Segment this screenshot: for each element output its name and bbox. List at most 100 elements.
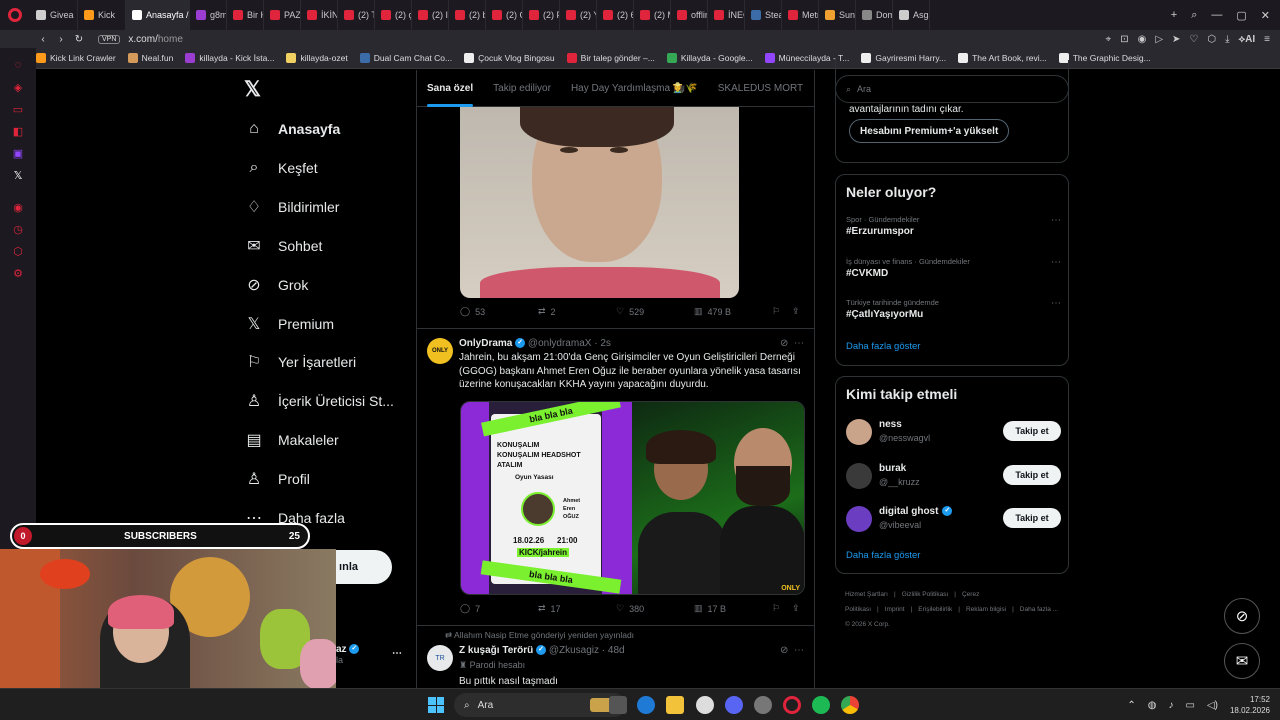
url-field[interactable]: x.com/home <box>128 34 182 45</box>
footer-link[interactable]: © 2026 X Corp. <box>845 621 890 628</box>
timeline-tab[interactable]: Hay Day Yardımlaşma 👩‍🌾🌾 <box>561 70 708 107</box>
follow-suggestion[interactable]: digital ghost ✓ @vibeeval Takip et <box>846 504 1061 534</box>
heart-icon[interactable]: ♡ <box>1189 34 1198 45</box>
nav-item-search[interactable]: ⌕ Keşfet <box>244 153 318 183</box>
browser-tab[interactable]: İNEĞ <box>708 0 745 30</box>
bookmark-item[interactable]: killayda - Kick İsta... <box>185 53 274 63</box>
views-button[interactable]: ▥ 17 B <box>694 603 772 614</box>
browser-tab[interactable]: Domi <box>856 0 893 30</box>
clock[interactable]: 17:52 18.02.2026 <box>1230 694 1270 716</box>
tweet[interactable]: ONLY OnlyDrama ✓ @onlydramaX · 2s ⊘ ⋯ Ja… <box>417 328 814 623</box>
reposted-by[interactable]: Allahım Nasip Etme gönderiyi yeniden yay… <box>454 630 634 640</box>
timeline-tab[interactable]: Sana özel <box>417 70 483 107</box>
network-icon[interactable]: ▭ <box>1185 700 1194 711</box>
browser-tab[interactable]: (2) Ç <box>486 0 523 30</box>
flow-icon[interactable]: ➤ <box>1172 34 1180 45</box>
reply-button[interactable]: ◯ 53 <box>460 306 538 317</box>
footer-link[interactable]: Gizlilik Politikası <box>902 591 949 598</box>
forward-button[interactable]: › <box>52 34 70 45</box>
tweet-time[interactable]: · 2s <box>594 338 611 349</box>
timeline-tab[interactable]: Takip ediliyor <box>483 70 561 107</box>
tray-app-icon[interactable]: ◍ <box>1148 700 1157 711</box>
sidebar-robot-icon[interactable]: ◈ <box>0 76 36 98</box>
taskbar-search[interactable]: ⌕ Ara <box>454 693 626 717</box>
timeline-tab[interactable]: SKALEDUS MORT <box>708 70 813 107</box>
author-name[interactable]: OnlyDrama <box>459 338 512 349</box>
browser-tab[interactable]: Metrc <box>782 0 819 30</box>
browser-tab[interactable]: Stean <box>745 0 782 30</box>
footer-link[interactable]: Daha fazla ... <box>1020 606 1058 613</box>
opera-taskbar-icon[interactable] <box>783 696 801 714</box>
bookmark-item[interactable]: Neal.fun <box>127 53 173 63</box>
browser-tab[interactable]: (2) Tı <box>338 0 375 30</box>
nav-item-x-premium[interactable]: 𝕏 Premium <box>244 309 334 339</box>
bookmark-item[interactable]: Killayda - Google... <box>666 53 753 63</box>
task-view-icon[interactable] <box>609 696 627 714</box>
browser-tab[interactable]: (2) Fı <box>523 0 560 30</box>
tweet[interactable]: ⇄ Allahım Nasip Etme gönderiyi yeniden y… <box>417 625 814 688</box>
browser-tab[interactable]: Anasayfa / <box>126 0 190 30</box>
ai-button[interactable]: ⟡AI <box>1239 34 1256 45</box>
browser-tab[interactable]: PAZA <box>264 0 301 30</box>
sidebar-x-icon[interactable]: 𝕏 <box>0 164 36 186</box>
browser-tab[interactable]: g8mh <box>190 0 227 30</box>
bookmark-item[interactable]: Bir talep gönder –... <box>566 53 655 63</box>
spotify-icon[interactable] <box>812 696 830 714</box>
browser-tab[interactable]: Suno <box>819 0 856 30</box>
nav-item-grok[interactable]: ⊘ Grok <box>244 270 308 300</box>
views-button[interactable]: ▥ 479 B <box>694 306 772 317</box>
minimize-button[interactable]: — <box>1211 9 1222 22</box>
avatar[interactable]: ONLY <box>427 338 453 364</box>
share-button[interactable]: ⇪ <box>792 306 800 317</box>
play-icon[interactable]: ▷ <box>1155 34 1163 45</box>
tweet-author[interactable]: Z kuşağı Terörü ✓ @Zkusagiz · 48d <box>459 645 625 656</box>
share-button[interactable]: ⇪ <box>792 603 800 614</box>
browser-tab[interactable]: Givea <box>30 0 78 30</box>
sidebar-ai-icon[interactable]: ◌ <box>0 54 36 76</box>
premium-upgrade-button[interactable]: Hesabını Premium+'a yükselt <box>849 119 1010 143</box>
avatar[interactable] <box>846 506 872 532</box>
nav-item-home[interactable]: ⌂ Anasayfa <box>244 114 340 144</box>
file-explorer-icon[interactable] <box>666 696 684 714</box>
sidebar-twitch-icon[interactable]: ▣ <box>0 142 36 164</box>
bookmark-button[interactable]: ⚐ <box>772 603 792 614</box>
sidebar-messenger-icon[interactable]: ▭ <box>0 98 36 120</box>
nav-item-articles[interactable]: ▤ Makaleler <box>244 425 338 455</box>
edge-icon[interactable] <box>637 696 655 714</box>
reload-button[interactable]: ↻ <box>70 34 88 45</box>
nav-item-profile[interactable]: ♙ Profil <box>244 464 310 494</box>
author-name[interactable]: Z kuşağı Terörü <box>459 645 533 656</box>
settings-app-icon[interactable] <box>696 696 714 714</box>
trend-more-icon[interactable]: ⋯ <box>1051 298 1061 309</box>
trend-item[interactable]: Spor · Gündemdekiler #Erzurumspor ⋯ <box>846 215 1061 237</box>
trends-show-more[interactable]: Daha fazla göster <box>846 341 920 352</box>
follow-suggestion[interactable]: burak @__kruzz Takip et <box>846 461 1061 491</box>
footer-link[interactable]: Imprint <box>885 606 905 613</box>
opera-menu-button[interactable] <box>0 0 30 30</box>
sidebar-music-icon[interactable]: ◧ <box>0 120 36 142</box>
pin-icon[interactable]: ⌖ <box>1106 34 1112 45</box>
author-handle[interactable]: @onlydramaX <box>528 338 592 349</box>
trend-more-icon[interactable]: ⋯ <box>1051 257 1061 268</box>
camera-icon[interactable]: ◉ <box>1138 34 1147 45</box>
sidebar-settings-icon[interactable]: ⚙ <box>0 262 36 284</box>
nav-item-bell[interactable]: ♢ Bildirimler <box>244 192 340 222</box>
sidebar-extensions-icon[interactable]: ⬡ <box>0 240 36 262</box>
browser-tab[interactable]: (2) 6ı <box>597 0 634 30</box>
grok-fab[interactable]: ⊘ <box>1224 598 1260 634</box>
grok-icon[interactable]: ⊘ <box>780 645 788 656</box>
app-icon[interactable] <box>754 696 772 714</box>
extensions-icon[interactable]: ⬡ <box>1207 34 1216 45</box>
browser-tab[interactable]: Asgai <box>893 0 930 30</box>
browser-tab[interactable]: (2) bı <box>449 0 486 30</box>
menu-icon[interactable]: ≡ <box>1264 34 1270 45</box>
browser-tab[interactable]: Bir H <box>227 0 264 30</box>
search-tabs-icon[interactable]: ⌕ <box>1191 9 1197 22</box>
suggestion-name[interactable]: burak <box>879 463 906 474</box>
avatar[interactable] <box>846 419 872 445</box>
trend-item[interactable]: Türkiye tarihinde gündemde #ÇatlıYaşıyorM… <box>846 298 1061 320</box>
more-icon[interactable]: ⋯ <box>794 338 804 349</box>
chrome-icon[interactable] <box>841 696 859 714</box>
sidebar-history-icon[interactable]: ◷ <box>0 218 36 240</box>
grok-icon[interactable]: ⊘ <box>780 338 788 349</box>
